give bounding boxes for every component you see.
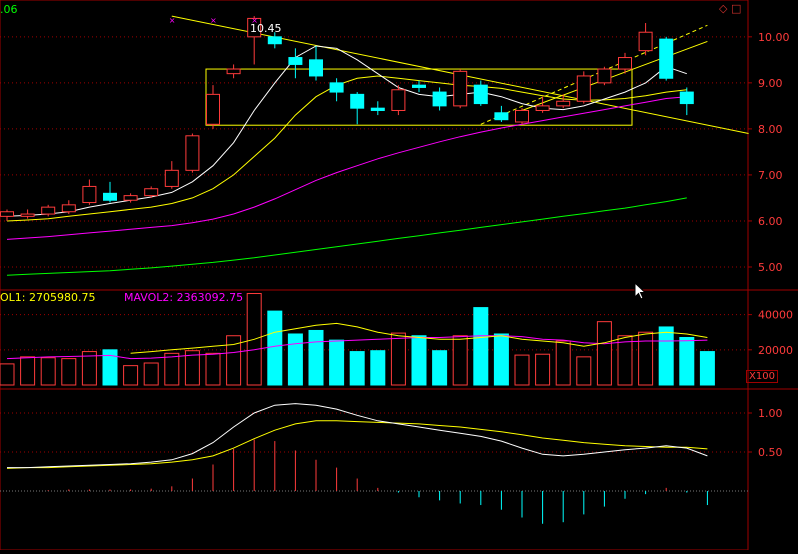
candle-body: [453, 70, 468, 107]
volume-bar: [205, 352, 221, 386]
volume-bar: [699, 351, 715, 386]
volume-bar: [493, 333, 509, 386]
volume-bar: [638, 331, 654, 386]
chart-axes: [0, 0, 798, 551]
volume-bar: [164, 352, 180, 386]
price-tick-label: 8.00: [758, 123, 783, 136]
candle-body: [20, 213, 35, 217]
volume-tick-label: 40000: [758, 309, 793, 322]
candle-body: [123, 195, 138, 201]
mouse-cursor-icon: [634, 282, 647, 300]
volume-bar: [20, 356, 36, 386]
volume-bar: [287, 333, 303, 386]
volume-bar: [0, 363, 15, 386]
volume-bar: [473, 307, 489, 386]
trendline: [521, 40, 708, 111]
macd-tick-label: 1.00: [758, 407, 783, 420]
price-tick-label: 10.00: [758, 31, 790, 44]
high-marker-icon: ×: [210, 16, 217, 25]
candle-body: [597, 68, 612, 84]
peak-price-label: 10.45: [250, 22, 282, 35]
candle-body: [659, 38, 674, 79]
high-markers: × × ×: [169, 16, 258, 25]
macd-indicator: [6, 403, 708, 524]
candle-body: [432, 91, 447, 107]
volume-bar: [349, 351, 365, 386]
volume-bar: [40, 357, 56, 386]
candle-body: [494, 112, 509, 121]
volume-bars[interactable]: [0, 293, 715, 386]
candle-body: [0, 211, 14, 217]
candle-body: [144, 188, 159, 197]
candle-body: [556, 100, 571, 107]
volume-bar: [390, 332, 406, 386]
volume-bar: [596, 321, 612, 386]
candle-body: [329, 82, 344, 93]
square-icon[interactable]: □: [731, 2, 741, 15]
dea-line: [6, 420, 708, 469]
candle-body: [267, 36, 282, 45]
diamond-icon[interactable]: ◇: [719, 2, 727, 15]
candle-body: [82, 185, 97, 204]
volume-tick-label: 20000: [758, 344, 793, 357]
volume-bar: [61, 358, 77, 386]
candle-body: [350, 93, 365, 109]
volume-bar: [679, 337, 695, 386]
stock-chart[interactable]: 10.00 9.00 8.00 7.00 6.00 5.00 40000 20000 1.0…: [0, 0, 798, 551]
price-tick-label: 5.00: [758, 261, 783, 274]
volume-bar: [411, 335, 427, 386]
candle-body: [61, 204, 76, 213]
candle-body: [638, 31, 653, 52]
volume-bar: [452, 335, 468, 386]
volume-bar: [555, 340, 571, 386]
volume-bar: [535, 353, 551, 386]
price-tick-label: 9.00: [758, 77, 783, 90]
candle-body: [576, 75, 591, 102]
volume-unit-label[interactable]: X100: [746, 370, 778, 383]
volume-bar: [123, 365, 139, 386]
price-tick-label: 7.00: [758, 169, 783, 182]
candle-body: [226, 68, 241, 75]
mavol2-label: MAVOL2: 2363092.75: [124, 291, 244, 304]
macd-tick-label: 0.50: [758, 446, 783, 459]
candle-body: [288, 57, 303, 65]
macd-axis-ticks: 1.00 0.50: [0, 407, 783, 459]
volume-bar: [143, 362, 159, 386]
ma60-line: [6, 197, 687, 276]
candle-body: [391, 89, 406, 111]
price-tick-label: 6.00: [758, 215, 783, 228]
candle-body: [412, 84, 426, 88]
trendline: [480, 24, 708, 125]
candle-body: [206, 93, 220, 125]
volume-bar: [329, 339, 345, 386]
candle-body: [370, 107, 385, 111]
candle-body: [185, 135, 200, 171]
candle-body: [535, 105, 550, 111]
volume-bar: [658, 326, 674, 386]
high-marker-icon: ×: [169, 16, 176, 25]
volume-bar: [308, 329, 324, 386]
corner-value: .06: [0, 3, 18, 16]
volume-bar: [514, 354, 530, 386]
volume-bar: [432, 350, 448, 386]
candle-body: [103, 192, 117, 201]
candle-body: [679, 91, 694, 105]
candle-body: [164, 169, 179, 187]
ma5-line: [6, 45, 687, 217]
candle-body: [473, 84, 488, 105]
volume-bar: [576, 356, 592, 386]
volume-bar: [370, 350, 386, 386]
candle-body: [515, 109, 529, 123]
candle-body: [618, 57, 632, 70]
candle-body: [309, 59, 323, 77]
candlesticks[interactable]: [0, 16, 694, 221]
mavol1-label: OL1: 2705980.75: [0, 291, 96, 304]
volume-bar: [617, 335, 633, 386]
volume-bar: [267, 310, 283, 386]
ma20-line: [6, 96, 687, 240]
candle-body: [41, 206, 56, 215]
